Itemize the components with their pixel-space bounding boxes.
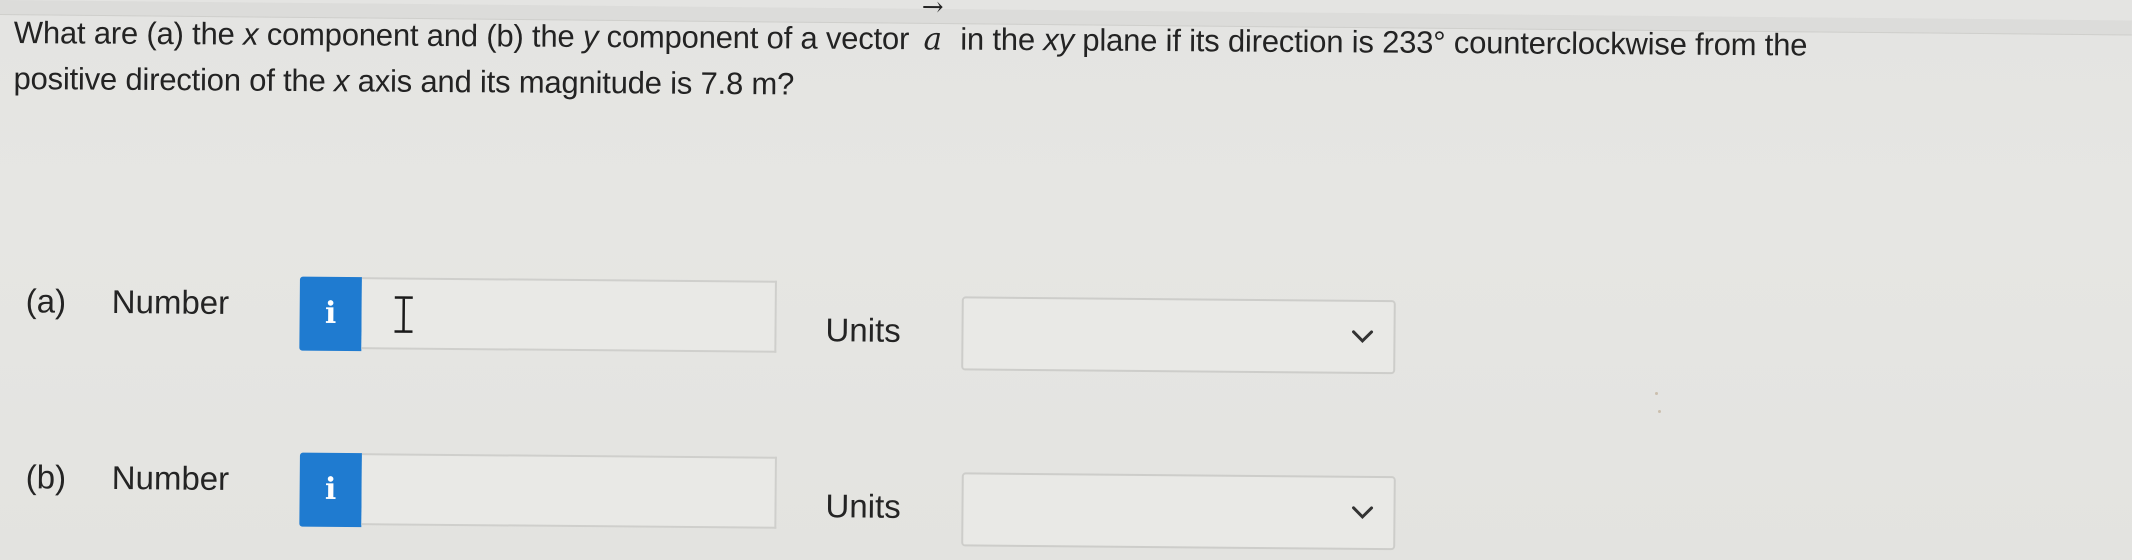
vector-arrow-icon: → <box>921 0 944 23</box>
info-icon: i <box>324 295 337 331</box>
part-label: (b) <box>25 458 67 496</box>
chevron-down-icon <box>1352 506 1374 520</box>
info-button[interactable]: i <box>299 452 362 528</box>
screen-speck <box>1658 410 1661 413</box>
number-label: Number <box>111 282 230 321</box>
number-input-a[interactable] <box>361 277 777 353</box>
units-label: Units <box>825 487 901 525</box>
units-select-a[interactable] <box>961 296 1396 375</box>
vector-a-symbol: → a <box>922 0 944 62</box>
variable-x: x <box>333 63 350 99</box>
number-input-b[interactable] <box>361 453 777 529</box>
units-label: Units <box>825 311 901 349</box>
chevron-down-icon <box>1352 330 1374 344</box>
text-cursor-icon <box>394 296 413 333</box>
question-text: What are (a) the x component and (b) the… <box>13 0 2124 117</box>
variable-x: x <box>242 16 259 52</box>
part-label: (a) <box>25 282 67 320</box>
info-icon: i <box>324 471 337 507</box>
units-select-b[interactable] <box>961 472 1396 551</box>
variable-xy: xy <box>1043 22 1075 58</box>
info-button[interactable]: i <box>299 276 362 352</box>
screen-speck <box>1655 392 1658 395</box>
number-label: Number <box>111 458 230 497</box>
variable-y: y <box>582 18 599 55</box>
